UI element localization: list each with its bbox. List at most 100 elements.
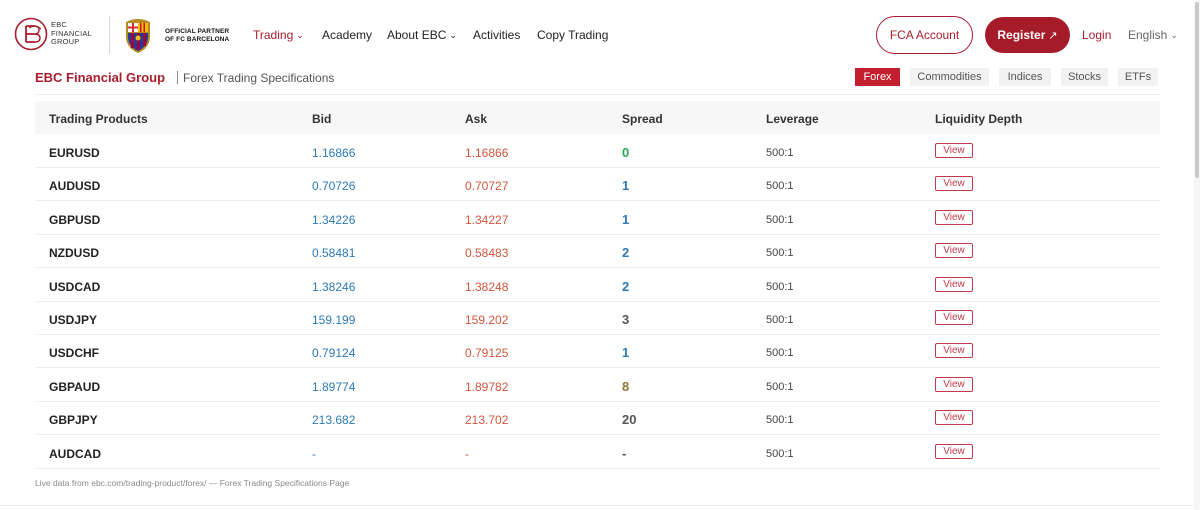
cell-ask: 1.34227 <box>465 212 509 227</box>
data-source-note: Live data from ebc.com/trading-product/f… <box>35 478 350 488</box>
table-row: GBPJPY 213.682 213.702 20 500:1 View <box>35 402 1160 436</box>
cell-bid: - <box>312 446 316 461</box>
cell-leverage: 500:1 <box>766 414 794 427</box>
partner-line-1: OFFICIAL PARTNER <box>165 28 230 35</box>
cell-bid: 0.79124 <box>312 346 356 361</box>
view-liquidity-button[interactable]: View <box>935 143 973 158</box>
cell-leverage: 500:1 <box>766 147 794 159</box>
table-row: USDJPY 159.199 159.202 3 500:1 View <box>35 302 1160 335</box>
cell-bid: 1.16866 <box>312 146 356 160</box>
view-liquidity-button[interactable]: View <box>935 209 973 225</box>
cell-spread: 1 <box>622 211 630 227</box>
cell-spread: 8 <box>622 378 630 394</box>
cell-ask: 1.89782 <box>465 379 509 394</box>
table-row: AUDCAD - - - 500:1 View <box>35 436 1160 469</box>
fc-barcelona-crest-icon <box>126 19 150 53</box>
login-link[interactable]: Login <box>1082 28 1111 42</box>
cell-spread: 20 <box>622 412 637 428</box>
cell-leverage: 500:1 <box>766 280 794 293</box>
cell-spread: 2 <box>622 278 630 294</box>
cell-bid: 0.58481 <box>312 246 356 261</box>
tab-commodities[interactable]: Commodities <box>910 68 989 86</box>
ebc-logo-icon <box>14 17 48 51</box>
table-header: Trading Products Bid Ask Spread Leverage… <box>35 101 1160 134</box>
cell-symbol: NZDUSD <box>49 246 99 261</box>
header-leverage: Leverage <box>766 112 819 126</box>
ebc-logo-wordmark: EBC FINANCIAL GROUP <box>51 21 92 47</box>
table-row: USDCHF 0.79124 0.79125 1 500:1 View <box>35 335 1160 369</box>
fca-account-button[interactable]: FCA Account <box>876 16 973 54</box>
cell-symbol: AUDUSD <box>49 179 101 194</box>
menu-copy-trading[interactable]: Copy Trading <box>537 28 608 42</box>
view-liquidity-button[interactable]: View <box>935 276 973 292</box>
cell-symbol: GBPJPY <box>49 413 98 428</box>
view-liquidity-button[interactable]: View <box>935 176 973 192</box>
page-title: Forex Trading Specifications <box>183 71 335 85</box>
cell-spread: 2 <box>622 245 630 261</box>
scrollbar-thumb[interactable] <box>1195 2 1199 178</box>
tab-indices[interactable]: Indices <box>999 68 1051 86</box>
table-row: EURUSD 1.16866 1.16866 0 500:1 View <box>35 135 1160 168</box>
tab-forex[interactable]: Forex <box>855 68 900 86</box>
login-label: Login <box>1082 28 1112 42</box>
tab-etfs[interactable]: ETFs <box>1118 68 1158 86</box>
table-row: NZDUSD 0.58481 0.58483 2 500:1 View <box>35 235 1160 269</box>
language-label: English <box>1128 28 1168 42</box>
language-selector[interactable]: English ⌄ <box>1128 28 1178 42</box>
page-scrollbar[interactable] <box>1194 0 1200 510</box>
chevron-down-icon: ⌄ <box>1170 30 1178 40</box>
header-bid: Bid <box>312 112 332 126</box>
tab-stocks[interactable]: Stocks <box>1061 68 1108 86</box>
logo-divider <box>109 16 110 54</box>
cell-symbol: USDCAD <box>49 279 101 294</box>
ebc-logo[interactable]: EBC FINANCIAL GROUP <box>14 17 92 51</box>
cell-leverage: 500:1 <box>766 213 794 226</box>
menu-about-label: About EBC <box>387 28 447 42</box>
menu-about[interactable]: About EBC ⌄ <box>387 28 457 42</box>
cell-ask: 159.202 <box>465 313 509 327</box>
table-row: GBPUSD 1.34226 1.34227 1 500:1 View <box>35 202 1160 235</box>
cell-symbol: USDCHF <box>49 346 99 361</box>
page-brand-title: EBC Financial Group <box>35 70 166 85</box>
cell-symbol: EURUSD <box>49 146 100 160</box>
cell-spread: 1 <box>622 345 630 361</box>
cell-bid: 159.199 <box>312 313 356 327</box>
cell-spread: - <box>622 445 627 461</box>
menu-copy-trading-label: Copy Trading <box>537 28 609 42</box>
view-liquidity-button[interactable]: View <box>935 243 973 259</box>
cell-bid: 213.682 <box>312 413 356 428</box>
view-liquidity-button[interactable]: View <box>935 310 973 325</box>
view-liquidity-button[interactable]: View <box>935 410 973 426</box>
cell-leverage: 500:1 <box>766 447 794 460</box>
view-liquidity-button[interactable]: View <box>935 376 973 392</box>
chevron-down-icon: ⌄ <box>449 30 457 40</box>
register-button[interactable]: Register ↗ <box>985 17 1070 53</box>
partner-line-2: OF FC BARCELONA <box>165 35 230 43</box>
top-navbar: EBC FINANCIAL GROUP OFFICIAL PARTNER OF … <box>0 0 1200 70</box>
table-row: AUDUSD 0.70726 0.70727 1 500:1 View <box>35 168 1160 202</box>
table-row: USDCAD 1.38246 1.38248 2 500:1 View <box>35 269 1160 302</box>
view-liquidity-button[interactable]: View <box>935 443 973 459</box>
cell-symbol: GBPUSD <box>49 212 101 227</box>
view-liquidity-button[interactable]: View <box>935 343 973 359</box>
menu-activities[interactable]: Activities <box>473 28 520 42</box>
cell-bid: 1.89774 <box>312 379 356 394</box>
cell-spread: 1 <box>622 178 630 194</box>
menu-trading[interactable]: Trading ⌄ <box>253 28 304 42</box>
cell-symbol: GBPAUD <box>49 379 101 394</box>
cell-ask: - <box>465 446 469 461</box>
subheader-divider <box>35 94 1160 95</box>
cell-ask: 0.58483 <box>465 246 509 261</box>
menu-academy-label: Academy <box>322 28 373 42</box>
menu-academy[interactable]: Academy <box>322 28 372 42</box>
fca-account-label: FCA Account <box>889 28 960 42</box>
menu-activities-label: Activities <box>473 28 521 42</box>
cell-ask: 1.38248 <box>465 279 509 294</box>
cell-leverage: 500:1 <box>766 347 794 360</box>
cell-ask: 0.79125 <box>465 346 509 361</box>
cell-ask: 213.702 <box>465 413 509 428</box>
cell-bid: 0.70726 <box>312 179 356 194</box>
header-liquidity-depth: Liquidity Depth <box>935 112 1023 126</box>
cell-spread: 3 <box>622 312 630 327</box>
title-separator <box>177 71 178 84</box>
